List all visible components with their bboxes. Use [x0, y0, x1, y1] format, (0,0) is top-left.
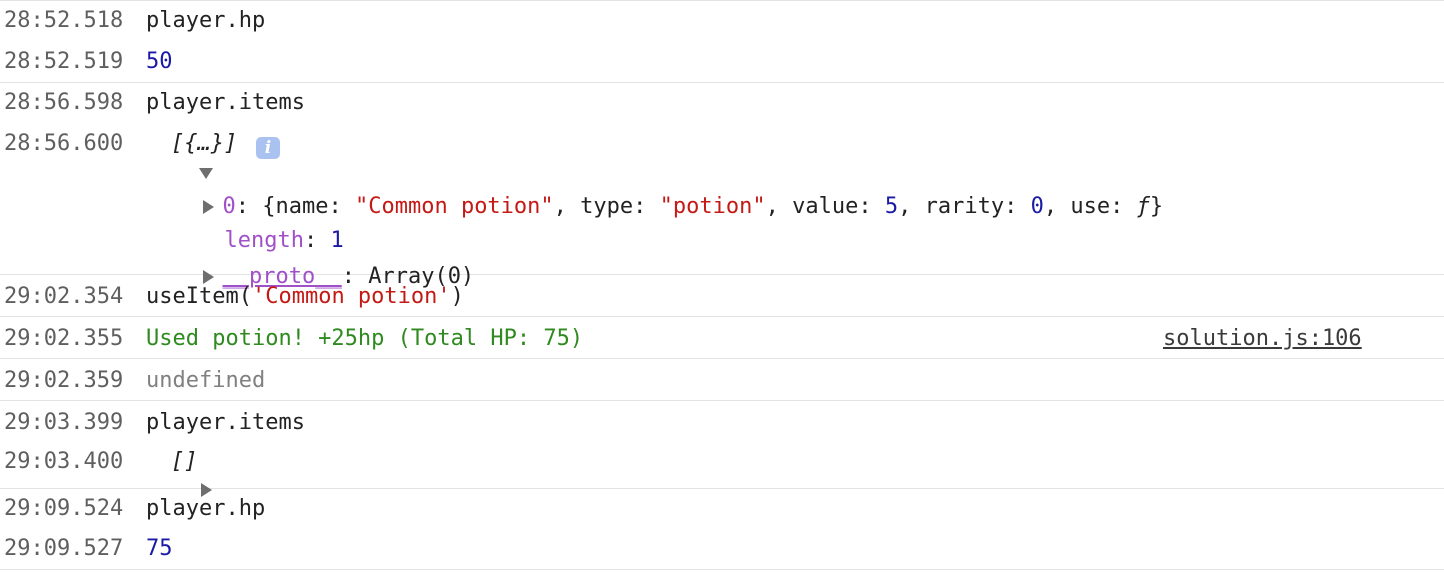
separator [0, 82, 1444, 83]
timestamp: 28:52.519 [4, 49, 124, 74]
console-input: player.hp [146, 8, 266, 33]
separator [0, 316, 1444, 317]
timestamp: 29:03.399 [4, 410, 124, 435]
info-icon[interactable]: i [256, 137, 280, 159]
log-message: Used potion! +25hp (Total HP: 75) [146, 326, 584, 351]
console-result: 50 [146, 49, 173, 74]
array-preview[interactable]: [] [171, 449, 198, 474]
array-preview[interactable]: [{…}] [171, 131, 237, 156]
separator [0, 400, 1444, 401]
console-result: undefined [146, 368, 266, 393]
timestamp: 29:09.524 [4, 496, 124, 521]
array-proto[interactable]: __proto__: Array(0) [176, 239, 474, 289]
timestamp: 29:02.354 [4, 284, 124, 309]
console-input: player.items [146, 90, 305, 115]
separator [0, 0, 1444, 1]
expand-triangle-icon[interactable] [200, 483, 212, 497]
console-input: useItem('Common potion') [146, 284, 464, 309]
console-result: 75 [146, 536, 173, 561]
timestamp: 28:56.598 [4, 90, 124, 115]
source-link[interactable]: solution.js:106 [1163, 326, 1362, 351]
expand-triangle-icon[interactable] [202, 270, 214, 284]
console-input: player.hp [146, 496, 266, 521]
separator [0, 358, 1444, 359]
timestamp: 29:02.355 [4, 326, 124, 351]
timestamp: 28:52.518 [4, 8, 124, 33]
separator [0, 569, 1444, 570]
console-input: player.items [146, 410, 305, 435]
separator [0, 488, 1444, 489]
timestamp: 28:56.600 [4, 131, 124, 156]
timestamp: 29:09.527 [4, 536, 124, 561]
timestamp: 29:02.359 [4, 368, 124, 393]
timestamp: 29:03.400 [4, 449, 124, 474]
